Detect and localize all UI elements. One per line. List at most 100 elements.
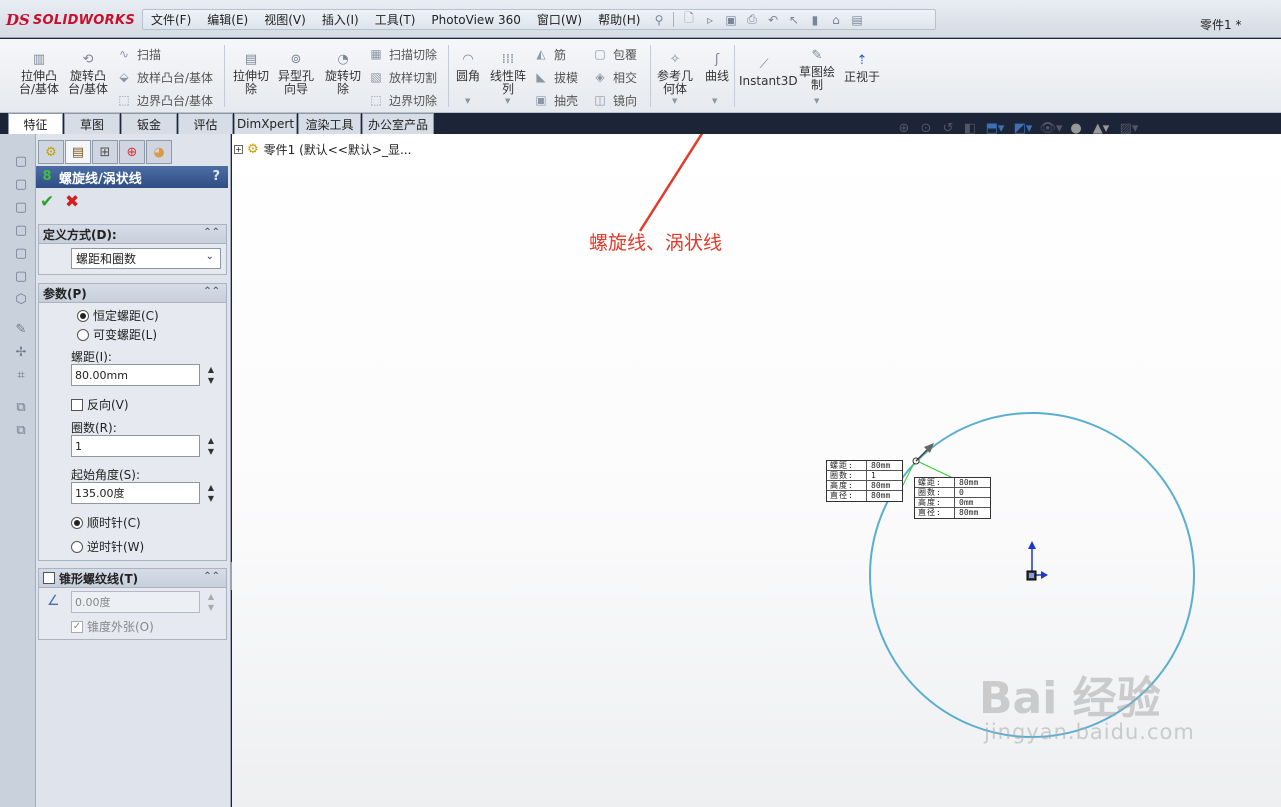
pitch-input[interactable]: 80.00mm <box>71 364 200 386</box>
save-icon[interactable]: ▣ <box>722 12 739 27</box>
undo-icon[interactable]: ↶ <box>764 12 781 27</box>
apply-scene-icon[interactable]: ▲▾ <box>1087 121 1115 136</box>
menu-photoview[interactable]: PhotoView 360 <box>423 13 528 27</box>
cube-icon[interactable]: ▢ <box>12 246 30 262</box>
sketch-dropdown-icon[interactable]: ▼ <box>814 97 819 105</box>
helix-end-callout[interactable]: 螺距: 80mm 圈数: 0 高度: 0mm 直径: 80mm <box>914 477 991 519</box>
define-by-select[interactable]: 螺距和圈数 ⌄ <box>71 248 221 269</box>
sketch-tool-icon[interactable]: ✎ <box>12 322 30 338</box>
lofted-cut-button[interactable]: ▧ 放样切割 <box>368 68 437 86</box>
collapse-icon[interactable]: ⌃⌃ <box>203 227 220 238</box>
hole-wizard-button[interactable]: ⊚ 异型孔向导 <box>276 51 316 96</box>
menu-insert[interactable]: 插入(I) <box>314 11 367 28</box>
cube-icon[interactable]: ▢ <box>12 177 30 193</box>
previous-view-icon[interactable]: ↺ <box>937 121 959 136</box>
swept-cut-button[interactable]: ▦ 扫描切除 <box>368 45 437 63</box>
counterclockwise-radio[interactable]: 逆时针(W) <box>71 538 144 555</box>
revolutions-spinner[interactable]: ▲ ▼ <box>205 435 217 457</box>
extrude-cut-button[interactable]: ▤ 拉伸切除 <box>229 51 273 96</box>
pitch-spinner[interactable]: ▲ ▼ <box>205 364 217 386</box>
fillet-button[interactable]: ◠ 圆角 <box>453 51 483 83</box>
configuration-manager-tab[interactable]: ⊞ <box>92 140 118 164</box>
taper-helix-header[interactable]: 锥形螺纹线(T) ⌃⌃ <box>39 569 226 588</box>
parameters-header[interactable]: 参数(P) ⌃⌃ <box>39 284 226 303</box>
cube-icon[interactable]: ▢ <box>12 200 30 216</box>
rebuild-icon[interactable]: ▮ <box>806 12 823 27</box>
curves-button[interactable]: ʃ 曲线 <box>702 51 732 83</box>
cube-icon[interactable]: ⬡ <box>12 292 30 308</box>
cancel-x-icon[interactable]: ✖ <box>65 194 83 211</box>
print-icon[interactable]: ⎙ <box>743 12 760 27</box>
menu-window[interactable]: 窗口(W) <box>529 11 590 28</box>
define-by-header[interactable]: 定义方式(D): ⌃⌃ <box>39 225 226 244</box>
graphics-area[interactable]: + ⚙ 零件1 (默认<<默认>_显... 螺旋线、涡状线 螺距: 80mm 圈数… <box>232 134 1281 807</box>
start-angle-spinner[interactable]: ▲ ▼ <box>205 482 217 504</box>
reverse-checkbox[interactable]: 反向(V) <box>71 396 129 413</box>
tab-render-tools[interactable]: 渲染工具 <box>298 113 361 134</box>
revolve-boss-button[interactable]: ⟲ 旋转凸台/基体 <box>66 51 110 96</box>
mirror-button[interactable]: ◫ 镜向 <box>592 91 637 109</box>
tab-dimxpert[interactable]: DimXpert <box>234 113 297 134</box>
taper-helix-checkbox[interactable]: 锥形螺纹线(T) <box>43 570 138 587</box>
tab-sheet-metal[interactable]: 钣金 <box>121 113 177 134</box>
shell-button[interactable]: ▣ 抽壳 <box>533 91 578 109</box>
dimxpert-manager-tab[interactable]: ⊕ <box>119 140 145 164</box>
curves-dropdown-icon[interactable]: ▼ <box>712 97 717 105</box>
variable-pitch-radio[interactable]: 可变螺距(L) <box>77 326 157 343</box>
revolutions-input[interactable]: 1 <box>71 435 200 457</box>
instant3d-button[interactable]: ⟋ Instant3D <box>739 56 798 88</box>
boundary-cut-button[interactable]: ⬚ 边界切除 <box>368 91 437 109</box>
edit-appearance-icon[interactable]: ● <box>1065 121 1087 136</box>
options-icon[interactable]: ▤ <box>848 12 865 27</box>
boundary-boss-button[interactable]: ⬚ 边界凸台/基体 <box>116 91 213 109</box>
help-button[interactable]: ? <box>212 169 220 184</box>
tab-evaluate[interactable]: 评估 <box>178 113 233 134</box>
smart-dimension-icon[interactable]: ✢ <box>12 345 30 361</box>
menu-tools[interactable]: 工具(T) <box>367 11 424 28</box>
cube-icon[interactable]: ▢ <box>12 269 30 285</box>
layer-icon[interactable]: ⧉ <box>12 400 30 416</box>
relations-icon[interactable]: ⌗ <box>12 368 30 384</box>
ok-checkmark-icon[interactable]: ✔ <box>40 194 58 211</box>
wrap-button[interactable]: ▢ 包覆 <box>592 45 637 63</box>
zoom-to-fit-icon[interactable]: ⊕ <box>893 121 915 136</box>
menu-edit[interactable]: 编辑(E) <box>199 11 256 28</box>
tab-features[interactable]: 特征 <box>8 113 63 134</box>
cube-icon[interactable]: ▢ <box>12 223 30 239</box>
feature-manager-tab[interactable]: ⚙ <box>38 140 64 164</box>
helix-start-callout[interactable]: 螺距: 80mm 圈数: 1 高度: 80mm 直径: 80mm <box>826 460 903 502</box>
display-manager-tab[interactable]: ◕ <box>146 140 172 164</box>
reference-geometry-button[interactable]: ✧ 参考几何体 <box>655 51 695 96</box>
ref-geometry-dropdown-icon[interactable]: ▼ <box>672 97 677 105</box>
revolve-cut-button[interactable]: ◔ 旋转切除 <box>321 51 365 96</box>
pin-icon[interactable]: ⚲ <box>650 12 667 27</box>
solidworks-logo[interactable]: DS SOLIDWORKS <box>6 10 135 30</box>
section-view-icon[interactable]: ◧ <box>959 121 981 136</box>
new-document-icon[interactable]: 🗋 <box>680 11 697 27</box>
extrude-boss-button[interactable]: ▥ 拉伸凸台/基体 <box>17 51 61 96</box>
display-style-icon[interactable]: ◩▾ <box>1009 121 1037 136</box>
sweep-button[interactable]: ∿ 扫描 <box>116 45 161 63</box>
rib-button[interactable]: ◭ 筋 <box>533 45 566 63</box>
tab-sketch[interactable]: 草图 <box>64 113 120 134</box>
linear-pattern-button[interactable]: ⁞⁞⁞ 线性阵列 <box>487 51 529 96</box>
intersect-button[interactable]: ◈ 相交 <box>592 68 637 86</box>
taper-outward-checkbox[interactable]: ✓ 锥度外张(O) <box>71 618 154 635</box>
select-icon[interactable]: ↖ <box>785 12 802 27</box>
menu-view[interactable]: 视图(V) <box>256 11 314 28</box>
constant-pitch-radio[interactable]: 恒定螺距(C) <box>77 307 159 324</box>
loft-boss-button[interactable]: ⬙ 放样凸台/基体 <box>116 68 213 86</box>
property-manager-tab[interactable]: ▤ <box>65 140 91 164</box>
collapse-icon[interactable]: ⌃⌃ <box>203 571 220 582</box>
file-properties-icon[interactable]: ⌂ <box>827 12 844 27</box>
view-orientation-icon[interactable]: ⬒▾ <box>981 121 1009 136</box>
hide-show-items-icon[interactable]: 👁▾ <box>1037 121 1065 136</box>
start-angle-input[interactable]: 135.00度 <box>71 482 200 504</box>
taper-angle-spinner[interactable]: ▲ ▼ <box>205 591 217 613</box>
layer-icon[interactable]: ⧉ <box>12 423 30 439</box>
clockwise-radio[interactable]: 顺时针(C) <box>71 514 141 531</box>
collapse-icon[interactable]: ⌃⌃ <box>203 286 220 297</box>
open-icon[interactable]: ▹ <box>701 12 718 27</box>
sketch-button[interactable]: ✎ 草图绘制 <box>796 47 838 92</box>
view-settings-icon[interactable]: ▨▾ <box>1115 121 1143 136</box>
